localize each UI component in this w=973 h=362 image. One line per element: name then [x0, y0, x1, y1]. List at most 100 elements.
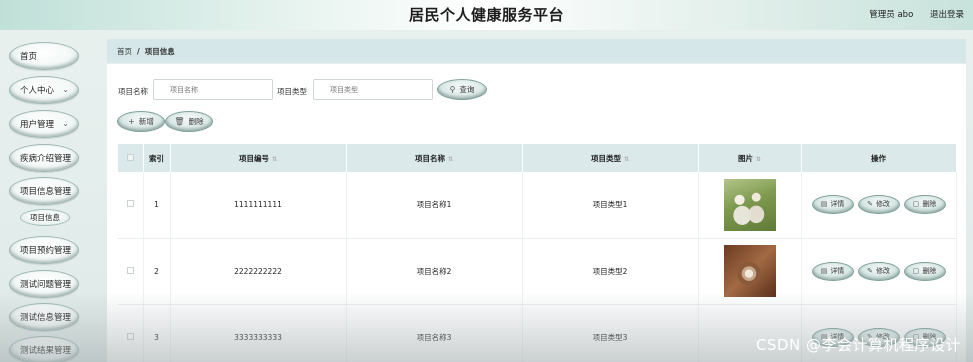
add-button-label: 新增	[138, 117, 154, 126]
row-image-cell	[698, 238, 802, 305]
top-header: 居民个人健康服务平台 管理员 abo 退出登录	[0, 0, 973, 30]
select-all-checkbox[interactable]	[126, 153, 134, 161]
watermark: CSDN @李会计算机程序设计	[755, 336, 961, 354]
project-type-input[interactable]	[313, 79, 433, 100]
row-select-cell	[118, 172, 144, 239]
sort-icon[interactable]: ⇅	[624, 156, 629, 163]
sidebar-item-test-question-management[interactable]: 测试问题管理	[9, 270, 79, 298]
bulk-delete-button[interactable]: 🗑 删除	[165, 111, 213, 132]
column-header-type[interactable]: 项目类型 ⇅	[522, 144, 699, 172]
column-header-label: 图片	[737, 153, 753, 163]
project-image	[723, 245, 776, 297]
sort-icon[interactable]: ⇅	[272, 156, 277, 163]
edit-button[interactable]: ✎ 修改	[857, 261, 900, 281]
trash-icon: 🗑	[174, 117, 185, 126]
main-content: 项目名称 ⚲ 项目类型 ⚲ ⚲ 查询 + 新增 🗑 删除 索引 项目编号⇅ 项目	[107, 64, 966, 362]
row-name: 项目名称2	[346, 238, 523, 305]
edit-button[interactable]: ✎ 修改	[857, 195, 900, 215]
chevron-down-icon: ⌄	[62, 85, 69, 94]
column-header-label: 索引	[149, 153, 164, 163]
select-all-cell	[118, 144, 144, 172]
detail-button[interactable]: ▤ 详情	[811, 195, 854, 215]
sidebar-item-user-management[interactable]: 用户管理 ⌄	[9, 110, 79, 138]
pencil-icon: ✎	[867, 266, 873, 275]
bulk-delete-button-label: 删除	[188, 117, 204, 126]
trash-icon: ▢	[912, 266, 920, 275]
logout-link[interactable]: 退出登录	[930, 10, 964, 20]
table-header-row: 索引 项目编号 ⇅ 项目名称 ⇅ 项目类型 ⇅ 图片 ⇅ 操作	[118, 144, 957, 172]
trash-icon: ▢	[912, 200, 920, 209]
column-header-actions: 操作	[801, 144, 957, 172]
breadcrumb-separator: /	[137, 46, 140, 56]
sidebar-item-disease-management[interactable]: 疾病介绍管理	[9, 144, 79, 172]
project-name-label: 项目名称	[118, 87, 148, 96]
sidebar-subitem-project-info[interactable]: 项目信息	[20, 209, 70, 226]
sidebar-item-label: 个人中心	[20, 86, 55, 96]
sidebar-item-test-info-management[interactable]: 测试信息管理	[9, 303, 79, 331]
user-area: 管理员 abo 退出登录	[869, 8, 964, 20]
delete-button-label: 删除	[922, 266, 937, 275]
project-name-input[interactable]	[153, 79, 273, 100]
project-type-label: 项目类型	[277, 87, 307, 96]
sidebar-item-label: 疾病介绍管理	[20, 154, 72, 164]
breadcrumb: 首页 / 项目信息	[107, 39, 966, 63]
sidebar-item-label: 用户管理	[20, 120, 55, 130]
row-index: 3	[143, 304, 171, 362]
admin-user-label: 管理员 abo	[869, 10, 914, 20]
plus-icon: +	[128, 117, 135, 126]
column-header-image[interactable]: 图片 ⇅	[698, 144, 802, 172]
sidebar-item-test-result-management[interactable]: 测试结果管理	[9, 336, 79, 362]
sidebar-subitem-label: 项目信息	[30, 213, 60, 222]
column-header-index: 索引	[143, 144, 171, 172]
edit-button-label: 修改	[875, 200, 890, 209]
sort-icon[interactable]: ⇅	[448, 156, 453, 163]
row-name: 项目名称1	[346, 172, 523, 239]
detail-button-label: 详情	[830, 266, 845, 275]
row-select-cell	[118, 304, 144, 362]
row-name: 项目名称3	[346, 304, 523, 362]
app-title: 居民个人健康服务平台	[408, 6, 564, 24]
detail-button[interactable]: ▤ 详情	[811, 261, 854, 281]
sort-icon[interactable]: ⇅	[756, 156, 761, 163]
column-header-label: 项目编号	[238, 153, 269, 163]
row-type: 项目类型1	[522, 172, 699, 239]
sidebar-item-label: 测试结果管理	[20, 346, 72, 356]
chevron-down-icon: ⌄	[62, 119, 69, 128]
sidebar-item-home[interactable]: 首页	[9, 42, 79, 70]
row-actions: ▤ 详情 ✎ 修改 ▢ 删除	[801, 172, 957, 239]
sidebar-item-label: 测试问题管理	[20, 280, 72, 290]
search-icon: ⚲	[449, 85, 456, 94]
pencil-icon: ✎	[867, 200, 873, 209]
sidebar-item-label: 测试信息管理	[20, 313, 72, 323]
row-index: 2	[143, 238, 171, 305]
delete-button-label: 删除	[922, 200, 937, 209]
row-code: 1111111111	[170, 172, 347, 239]
row-checkbox[interactable]	[126, 332, 134, 340]
add-button[interactable]: + 新增	[117, 111, 165, 132]
sidebar: 首页 个人中心 ⌄ 用户管理 ⌄ 疾病介绍管理 项目信息管理 项目信息 项目预约…	[0, 30, 96, 362]
sidebar-item-personal-center[interactable]: 个人中心 ⌄	[9, 76, 79, 104]
row-actions: ▤ 详情 ✎ 修改 ▢ 删除	[801, 238, 957, 305]
document-icon: ▤	[820, 200, 828, 209]
delete-button[interactable]: ▢ 删除	[903, 261, 946, 281]
row-checkbox[interactable]	[126, 266, 134, 274]
query-button-label: 查询	[459, 85, 475, 94]
column-header-label: 项目类型	[590, 153, 621, 163]
detail-button-label: 详情	[830, 200, 845, 209]
row-code: 3333333333	[170, 304, 347, 362]
row-index: 1	[143, 172, 171, 239]
sidebar-item-label: 项目信息管理	[20, 187, 72, 197]
sidebar-item-project-booking-management[interactable]: 项目预约管理	[9, 236, 79, 264]
table-row: 2 2222222222 项目名称2 项目类型2 ▤ 详情 ✎ 修改 ▢ 删除	[118, 238, 957, 305]
delete-button[interactable]: ▢ 删除	[903, 195, 946, 215]
sidebar-item-project-info-management[interactable]: 项目信息管理	[9, 177, 79, 205]
sidebar-item-label: 首页	[20, 52, 38, 62]
query-button[interactable]: ⚲ 查询	[437, 79, 487, 100]
column-header-name[interactable]: 项目名称 ⇅	[346, 144, 523, 172]
data-table: 索引 项目编号 ⇅ 项目名称 ⇅ 项目类型 ⇅ 图片 ⇅ 操作 1 1111111111…	[118, 144, 957, 362]
breadcrumb-home[interactable]: 首页	[117, 46, 132, 57]
row-checkbox[interactable]	[126, 200, 134, 208]
sidebar-item-label: 项目预约管理	[20, 246, 72, 256]
column-header-code[interactable]: 项目编号 ⇅	[170, 144, 347, 172]
row-type: 项目类型3	[522, 304, 699, 362]
